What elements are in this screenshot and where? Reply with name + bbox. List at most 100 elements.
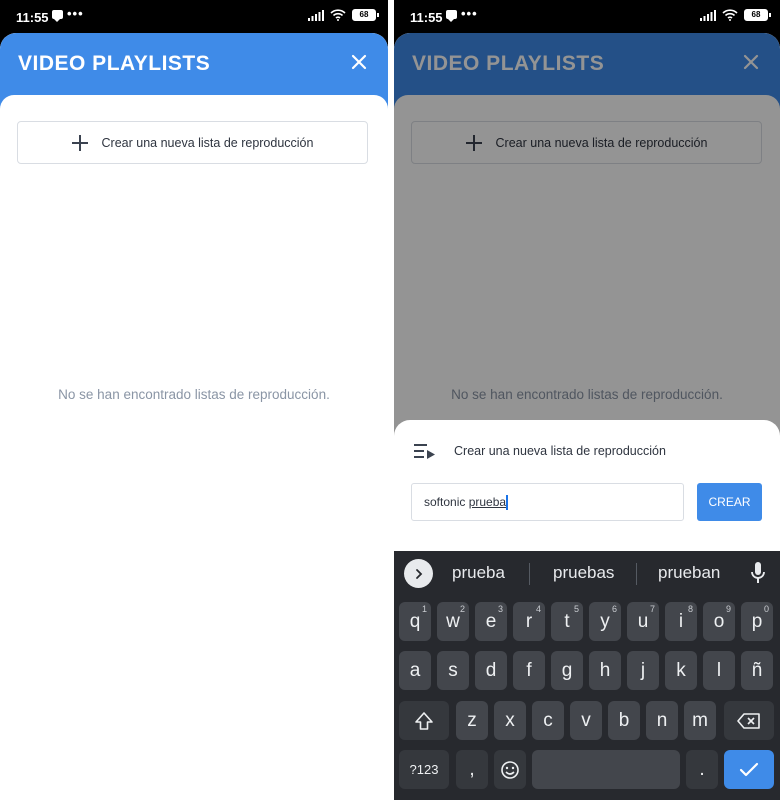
key-label: x [505, 709, 515, 731]
key-f[interactable]: f [513, 651, 545, 690]
wifi-icon [330, 9, 346, 21]
key-label: y [600, 610, 610, 632]
space-key[interactable] [532, 750, 680, 789]
key-label: k [676, 659, 686, 681]
suggestion-divider [636, 563, 637, 585]
key-g[interactable]: g [551, 651, 583, 690]
key-label: p [751, 610, 763, 632]
key-label: v [581, 709, 591, 731]
key-e[interactable]: e3 [475, 602, 507, 641]
backspace-icon [737, 712, 760, 729]
enter-key[interactable] [724, 750, 774, 789]
create-playlist-sheet: Crear una nueva lista de reproducción so… [394, 420, 780, 551]
key-label: m [692, 709, 708, 731]
key-z[interactable]: z [456, 701, 488, 740]
key-period[interactable]: . [686, 750, 718, 789]
suggestion-1[interactable]: prueba [452, 563, 505, 583]
key-j[interactable]: j [627, 651, 659, 690]
suggestion-3[interactable]: prueban [658, 563, 720, 583]
key-p[interactable]: p0 [741, 602, 773, 641]
key-label: , [469, 758, 475, 780]
key-s[interactable]: s [437, 651, 469, 690]
key-label: j [640, 659, 646, 681]
key-h[interactable]: h [589, 651, 621, 690]
key-hint: 7 [649, 604, 655, 614]
empty-state-message: No se han encontrado listas de reproducc… [58, 387, 330, 402]
key-m[interactable]: m [684, 701, 716, 740]
key-v[interactable]: v [570, 701, 602, 740]
sheet-title: Crear una nueva lista de reproducción [454, 444, 666, 458]
key-d[interactable]: d [475, 651, 507, 690]
key-ñ[interactable]: ñ [741, 651, 773, 690]
symbols-key[interactable]: ?123 [399, 750, 449, 789]
more-notifications-icon: ••• [67, 6, 84, 21]
plus-icon [71, 134, 88, 151]
soft-keyboard: prueba pruebas prueban q1w2e3r4t5y6u7i8o… [394, 551, 780, 800]
message-notification-icon [446, 9, 457, 22]
key-label: f [526, 659, 532, 681]
playlists-content: Crear una nueva lista de reproducción No… [0, 95, 388, 800]
input-text-composing: prueba [468, 495, 507, 509]
playlists-panel: VIDEO PLAYLISTS Crear una nueva lista de… [0, 33, 388, 800]
key-label: ñ [751, 659, 763, 681]
key-label: t [564, 610, 570, 632]
wifi-icon [722, 9, 738, 21]
key-q[interactable]: q1 [399, 602, 431, 641]
create-playlist-button[interactable]: Crear una nueva lista de reproducción [17, 121, 368, 164]
key-w[interactable]: w2 [437, 602, 469, 641]
battery-icon: 68 [352, 9, 379, 21]
key-c[interactable]: c [532, 701, 564, 740]
key-label: z [467, 709, 477, 731]
key-hint: 0 [763, 604, 769, 614]
key-label: a [409, 659, 421, 681]
key-label: c [543, 709, 553, 731]
key-label: n [656, 709, 668, 731]
input-text-prefix: softonic [424, 495, 469, 509]
key-label: l [716, 659, 722, 681]
close-icon[interactable] [348, 51, 370, 73]
text-cursor [506, 494, 508, 510]
emoji-key[interactable] [494, 750, 526, 789]
suggestion-2[interactable]: pruebas [553, 563, 614, 583]
key-a[interactable]: a [399, 651, 431, 690]
key-label: d [485, 659, 497, 681]
checkmark-icon [739, 762, 759, 776]
status-time: 11:55 [16, 10, 49, 25]
key-label: s [448, 659, 458, 681]
shift-key[interactable] [399, 701, 449, 740]
more-notifications-icon: ••• [461, 6, 478, 21]
key-label: u [637, 610, 649, 632]
key-label: w [446, 610, 460, 632]
key-k[interactable]: k [665, 651, 697, 690]
key-u[interactable]: u7 [627, 602, 659, 641]
phone-screen-create-dialog: 11:55 ••• 68 VIDEO PLAYLISTS Crear una n… [394, 0, 780, 800]
key-hint: 6 [611, 604, 617, 614]
expand-toolbar-icon[interactable] [404, 559, 433, 588]
key-comma[interactable]: , [456, 750, 488, 789]
status-bar: 11:55 ••• 68 [0, 0, 388, 33]
playlist-play-icon [414, 444, 435, 459]
key-o[interactable]: o9 [703, 602, 735, 641]
status-time: 11:55 [410, 10, 443, 25]
suggestion-divider [529, 563, 530, 585]
backspace-key[interactable] [724, 701, 774, 740]
playlist-name-input[interactable]: softonic prueba [411, 483, 684, 521]
emoji-icon [501, 760, 519, 779]
phone-screen-playlists: 11:55 ••• 68 VIDEO PLAYLISTS Crear una n… [0, 0, 388, 800]
key-hint: 8 [687, 604, 693, 614]
key-i[interactable]: i8 [665, 602, 697, 641]
key-x[interactable]: x [494, 701, 526, 740]
key-n[interactable]: n [646, 701, 678, 740]
key-label: ?123 [409, 762, 439, 777]
key-t[interactable]: t5 [551, 602, 583, 641]
key-b[interactable]: b [608, 701, 640, 740]
key-r[interactable]: r4 [513, 602, 545, 641]
create-playlist-label: Crear una nueva lista de reproducción [101, 135, 314, 150]
key-hint: 2 [459, 604, 465, 614]
key-label: . [699, 758, 705, 780]
crear-button[interactable]: CREAR [697, 483, 762, 521]
microphone-icon[interactable] [750, 561, 766, 585]
status-bar: 11:55 ••• 68 [394, 0, 780, 33]
key-y[interactable]: y6 [589, 602, 621, 641]
key-l[interactable]: l [703, 651, 735, 690]
